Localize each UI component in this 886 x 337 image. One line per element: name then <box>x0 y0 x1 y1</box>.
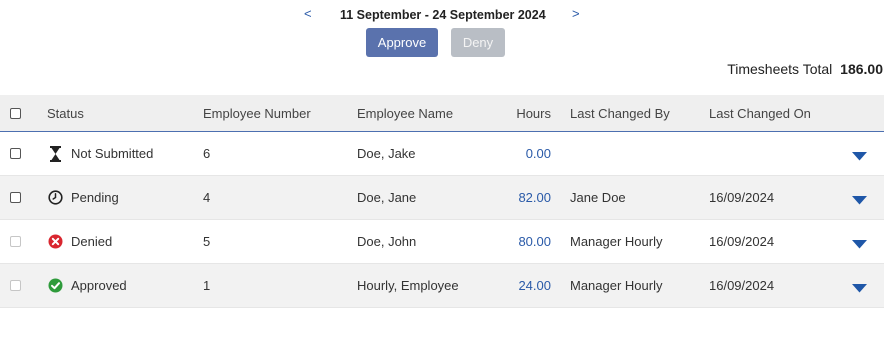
row-checkbox <box>10 280 21 291</box>
chevron-left-icon[interactable]: < <box>304 6 312 22</box>
column-header-hours[interactable]: Hours <box>480 95 551 131</box>
status-text: Denied <box>71 234 113 249</box>
table-row: Denied 5 Doe, John 80.00 Manager Hourly 16/09… <box>0 220 884 264</box>
expand-caret-down-icon[interactable] <box>851 193 867 208</box>
hours-link[interactable]: 82.00 <box>518 190 551 205</box>
hours-link[interactable]: 80.00 <box>518 234 551 249</box>
select-all-checkbox[interactable] <box>10 107 21 119</box>
employee-number: 5 <box>203 234 211 249</box>
period-label: 11 September - 24 September 2024 <box>340 8 546 22</box>
row-checkbox[interactable] <box>10 148 21 159</box>
column-header-status[interactable]: Status <box>47 95 84 131</box>
period-navigator: < 11 September - 24 September 2024 > <box>0 6 886 24</box>
approved-check-icon <box>47 278 63 294</box>
status-text: Approved <box>71 278 127 293</box>
table-row: Approved 1 Hourly, Employee 24.00 Manager Ho… <box>0 264 884 308</box>
timesheets-total: Timesheets Total 186.00 <box>727 61 883 77</box>
employee-number: 1 <box>203 278 211 293</box>
clock-icon <box>47 190 63 206</box>
employee-name: Doe, Jane <box>357 190 417 205</box>
table-row: Not Submitted 6 Doe, Jake 0.00 <box>0 132 884 176</box>
table-row: Pending 4 Doe, Jane 82.00 Jane Doe 16/09/2024 <box>0 176 884 220</box>
timesheets-total-label: Timesheets Total <box>727 61 833 77</box>
denied-x-icon <box>47 234 63 250</box>
last-changed-on: 16/09/2024 <box>709 234 775 249</box>
column-header-last-changed-by[interactable]: Last Changed By <box>570 95 670 131</box>
row-checkbox <box>10 236 21 247</box>
expand-caret-down-icon[interactable] <box>851 149 867 164</box>
last-changed-by: Manager Hourly <box>570 278 663 293</box>
approve-button[interactable]: Approve <box>366 28 438 57</box>
employee-name: Doe, Jake <box>357 146 416 161</box>
column-header-last-changed-on[interactable]: Last Changed On <box>709 95 811 131</box>
employee-number: 4 <box>203 190 211 205</box>
employee-name: Doe, John <box>357 234 417 249</box>
status-text: Pending <box>71 190 119 205</box>
hours-link[interactable]: 24.00 <box>518 278 551 293</box>
column-header-employee-name[interactable]: Employee Name <box>357 95 453 131</box>
hours-link[interactable]: 0.00 <box>526 146 551 161</box>
expand-caret-down-icon[interactable] <box>851 281 867 296</box>
row-checkbox[interactable] <box>10 192 21 203</box>
column-header-employee-number[interactable]: Employee Number <box>203 95 311 131</box>
last-changed-by: Manager Hourly <box>570 234 663 249</box>
expand-caret-down-icon[interactable] <box>851 237 867 252</box>
last-changed-on: 16/09/2024 <box>709 190 775 205</box>
hourglass-icon <box>47 145 63 162</box>
employee-number: 6 <box>203 146 211 161</box>
status-text: Not Submitted <box>71 146 154 161</box>
table-header-row: Status Employee Number Employee Name Hou… <box>0 95 884 132</box>
chevron-right-icon[interactable]: > <box>572 6 580 22</box>
last-changed-by: Jane Doe <box>570 190 626 205</box>
timesheets-table: Status Employee Number Employee Name Hou… <box>0 95 884 308</box>
timesheets-total-value: 186.00 <box>840 61 883 77</box>
deny-button: Deny <box>451 28 505 57</box>
last-changed-on: 16/09/2024 <box>709 278 775 293</box>
table-body: Not Submitted 6 Doe, Jake 0.00 Pending 4 Doe, … <box>0 132 884 308</box>
employee-name: Hourly, Employee <box>357 278 459 293</box>
